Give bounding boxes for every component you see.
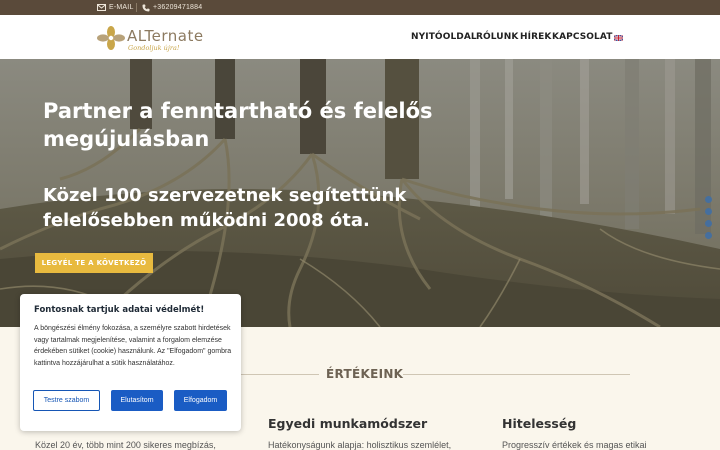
slider-dot[interactable]: [705, 208, 712, 215]
slider-dot[interactable]: [705, 196, 712, 203]
topbar-divider: [136, 3, 137, 12]
value-column-3-title: Hitelesség: [502, 416, 577, 431]
hero-cta-button[interactable]: LEGYÉL TE A KÖVETKEZŐ: [35, 253, 153, 273]
cookie-accept-button[interactable]: Elfogadom: [174, 390, 227, 411]
cookie-text: A böngészési élmény fokozása, a személyr…: [34, 325, 232, 367]
cookie-reject-button[interactable]: Elutasítom: [111, 390, 163, 411]
nav-item-news[interactable]: HÍREK: [520, 30, 551, 44]
nav-item-home[interactable]: NYITÓOLDAL: [411, 30, 477, 44]
cookie-customize-button[interactable]: Testre szabom: [33, 390, 100, 411]
value-column-3-text: Progresszív értékek és magas etikai: [502, 440, 647, 450]
logo-wordmark: ALTernate: [127, 27, 204, 45]
cookie-title: Fontosnak tartjuk adatai védelmét!: [34, 305, 205, 315]
cookie-consent-dialog: Fontosnak tartjuk adatai védelmét! A bön…: [20, 294, 241, 431]
nav-item-contact[interactable]: KAPCSOLAT: [552, 30, 612, 44]
site-header: ALTernate Gondoljuk újra! NYITÓOLDAL RÓL…: [0, 15, 720, 59]
nav-link-about[interactable]: RÓLUNK: [476, 32, 518, 42]
slider-dot[interactable]: [705, 232, 712, 239]
phone-label: +36209471884: [153, 4, 203, 11]
hero-banner: Partner a fenntartható és felelős megúju…: [0, 59, 720, 327]
phone-link[interactable]: +36209471884: [142, 0, 202, 15]
slider-dots: [705, 196, 713, 244]
email-link[interactable]: E-MAIL: [97, 0, 134, 15]
email-label: E-MAIL: [109, 4, 134, 11]
hero-subtitle: Közel 100 szervezetnek segítettünk felel…: [43, 185, 407, 231]
hero-title: Partner a fenntartható és felelős megúju…: [43, 99, 433, 151]
nav-link-contact[interactable]: KAPCSOLAT: [552, 32, 612, 42]
logo-mark-icon: [97, 26, 125, 50]
nav-item-about[interactable]: RÓLUNK: [476, 30, 518, 44]
heading-divider-left: [241, 374, 319, 375]
values-heading-row: ÉRTÉKEINK: [241, 367, 630, 381]
top-contact-bar: E-MAIL +36209471884: [0, 0, 720, 15]
site-logo[interactable]: ALTernate Gondoljuk újra!: [97, 23, 227, 53]
uk-flag-icon[interactable]: [614, 35, 623, 41]
value-column-1-text: Közel 20 év, több mint 200 sikeres megbí…: [35, 440, 216, 450]
value-column-2-text: Hatékonyságunk alapja: holisztikus szeml…: [268, 440, 452, 450]
slider-dot[interactable]: [705, 220, 712, 227]
value-column-2-title: Egyedi munkamódszer: [268, 416, 428, 431]
phone-icon: [142, 4, 150, 11]
envelope-icon: [97, 4, 106, 11]
nav-link-news[interactable]: HÍREK: [520, 32, 551, 42]
values-heading: ÉRTÉKEINK: [326, 367, 404, 381]
heading-divider-right: [403, 374, 630, 375]
logo-tagline: Gondoljuk újra!: [128, 44, 180, 52]
nav-link-home[interactable]: NYITÓOLDAL: [411, 32, 477, 42]
